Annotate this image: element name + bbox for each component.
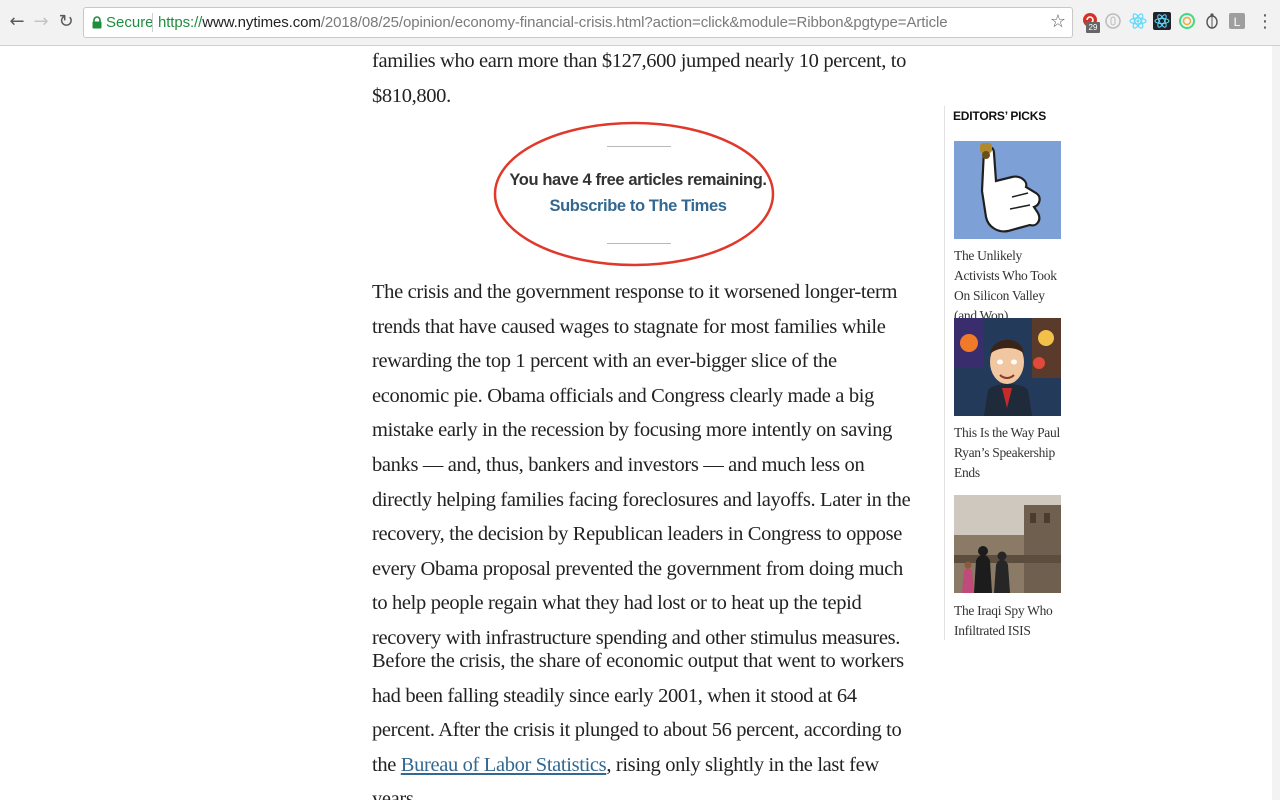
back-arrow-icon[interactable]: ←: [6, 10, 28, 34]
notification-extension-icon[interactable]: 29: [1081, 12, 1100, 33]
reload-icon[interactable]: ↻: [55, 10, 77, 34]
article-meter: You have 4 free articles remaining. Subs…: [493, 121, 775, 267]
green-ring-extension-glyph: [1179, 13, 1195, 29]
lock-icon: [92, 16, 102, 29]
pick-2-image: [954, 318, 1061, 416]
react-dark-extension-icon[interactable]: [1153, 12, 1171, 30]
iraqi-rooftop-photo[interactable]: [954, 495, 1061, 593]
page-content: families who earn more than $127,600 jum…: [0, 46, 1280, 800]
bureau-of-labor-statistics-link[interactable]: Bureau of Labor Statistics: [401, 754, 607, 776]
pick-title-link[interactable]: The Iraqi Spy Who Infiltrated ISIS: [954, 601, 1069, 641]
notification-badge: 29: [1086, 22, 1100, 33]
url-path: /2018/08/25/opinion/economy-financial-cr…: [320, 14, 948, 31]
url-scheme: https://: [158, 14, 203, 31]
pick-title-link[interactable]: The Unlikely Activists Who Took On Silic…: [954, 246, 1069, 326]
circle-extension-glyph: [1105, 13, 1121, 29]
article-paragraph: Before the crisis, the share of economic…: [372, 644, 912, 800]
bookmark-star-icon[interactable]: ☆: [1050, 11, 1066, 32]
secure-label: Secure: [106, 14, 154, 31]
react-devtools-glyph: [1129, 13, 1147, 29]
green-ring-extension-icon[interactable]: [1178, 12, 1196, 30]
letter-l-extension-icon[interactable]: L: [1228, 12, 1246, 30]
editors-picks-title: EDITORS’ PICKS: [953, 109, 1047, 123]
address-bar[interactable]: Secure https://www.nytimes.com/2018/08/2…: [83, 7, 1073, 38]
letter-l-extension-glyph: L: [1229, 13, 1245, 29]
react-dark-extension-glyph: [1153, 12, 1171, 30]
circle-extension-icon[interactable]: [1104, 12, 1122, 30]
url-text[interactable]: https://www.nytimes.com/2018/08/25/opini…: [158, 14, 948, 31]
article-paragraph: families who earn more than $127,600 jum…: [372, 50, 907, 107]
annotation-ellipse: [493, 121, 775, 267]
pick-3-image: [954, 495, 1061, 593]
editors-picks-sidebar: EDITORS’ PICKS The Unlikely Activists Wh…: [944, 106, 1075, 640]
paul-ryan-illustration[interactable]: [954, 318, 1061, 416]
react-devtools-icon[interactable]: [1129, 12, 1147, 30]
browser-menu-icon[interactable]: ⋮: [1256, 10, 1274, 34]
browser-toolbar: ← → ↻ Secure https://www.nytimes.com/201…: [0, 0, 1280, 46]
url-host: www.nytimes.com: [202, 14, 321, 31]
bug-extension-glyph: [1206, 13, 1218, 29]
scrollbar-track[interactable]: [1272, 46, 1280, 800]
article-paragraph: The crisis and the government response t…: [372, 281, 911, 649]
forward-arrow-icon[interactable]: →: [30, 10, 52, 34]
pick-1-image: [954, 141, 1061, 239]
pick-title-link[interactable]: This Is the Way Paul Ryan’s Speakership …: [954, 423, 1069, 483]
thumbs-down-hand-illustration[interactable]: [954, 141, 1061, 239]
omnibox-divider: [152, 13, 153, 32]
bug-extension-icon[interactable]: [1203, 12, 1221, 30]
letter-l-extension-letter: L: [1234, 15, 1241, 29]
